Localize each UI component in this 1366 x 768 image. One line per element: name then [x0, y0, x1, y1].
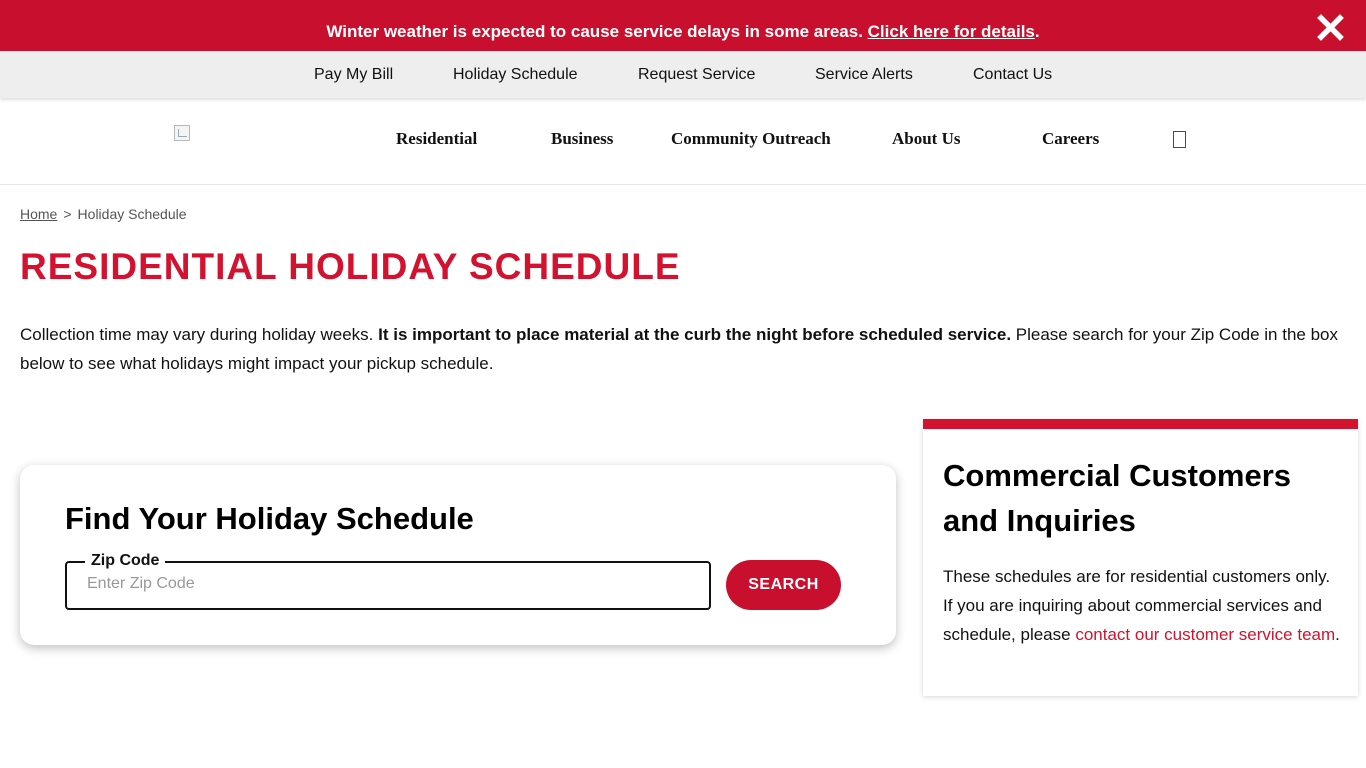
nav-community-outreach[interactable]: Community Outreach: [671, 129, 831, 149]
breadcrumb-separator: >: [63, 206, 72, 222]
nav-about-us[interactable]: About Us: [892, 129, 961, 149]
nav-residential[interactable]: Residential: [396, 129, 477, 149]
alert-details-link[interactable]: Click here for details: [868, 22, 1035, 41]
alert-banner: Winter weather is expected to cause serv…: [0, 0, 1366, 51]
intro-paragraph: Collection time may vary during holiday …: [20, 320, 1350, 378]
breadcrumb: Home > Holiday Schedule: [20, 206, 187, 222]
close-icon[interactable]: [1317, 14, 1344, 41]
commercial-text: These schedules are for residential cust…: [943, 562, 1343, 649]
zip-label: Zip Code: [85, 552, 166, 570]
search-button[interactable]: SEARCH: [726, 560, 841, 610]
holiday-finder-card: Find Your Holiday Schedule Zip Code SEAR…: [20, 465, 896, 645]
commercial-card: Commercial Customers and Inquiries These…: [923, 419, 1358, 696]
breadcrumb-home-link[interactable]: Home: [20, 206, 57, 222]
page-title: RESIDENTIAL HOLIDAY SCHEDULE: [20, 246, 681, 287]
main-nav: Residential Business Community Outreach …: [0, 98, 1366, 185]
logo-broken-image-icon[interactable]: [174, 125, 190, 141]
contact-customer-service-link[interactable]: contact our customer service team: [1075, 625, 1335, 644]
zip-input[interactable]: [87, 575, 687, 593]
alert-trailing: .: [1034, 22, 1040, 41]
finder-title: Find Your Holiday Schedule: [65, 501, 474, 536]
intro-start: Collection time may vary during holiday …: [20, 325, 379, 344]
nav-business[interactable]: Business: [551, 129, 613, 149]
alert-text: Winter weather is expected to cause serv…: [0, 0, 1366, 51]
search-icon[interactable]: [1173, 131, 1186, 148]
utility-service-alerts[interactable]: Service Alerts: [815, 51, 913, 98]
alert-message: Winter weather is expected to cause serv…: [326, 22, 868, 41]
utility-pay-my-bill[interactable]: Pay My Bill: [314, 51, 393, 98]
utility-contact-us[interactable]: Contact Us: [973, 51, 1052, 98]
commercial-title: Commercial Customers and Inquiries: [943, 458, 1292, 538]
zip-field: Zip Code: [65, 552, 711, 610]
intro-bold: It is important to place material at the…: [378, 325, 1012, 344]
utility-holiday-schedule[interactable]: Holiday Schedule: [453, 51, 578, 98]
utility-request-service[interactable]: Request Service: [638, 51, 755, 98]
nav-careers[interactable]: Careers: [1042, 129, 1099, 149]
utility-nav: Pay My Bill Holiday Schedule Request Ser…: [0, 51, 1366, 98]
breadcrumb-current: Holiday Schedule: [77, 206, 187, 222]
commercial-text-end: .: [1335, 625, 1340, 644]
